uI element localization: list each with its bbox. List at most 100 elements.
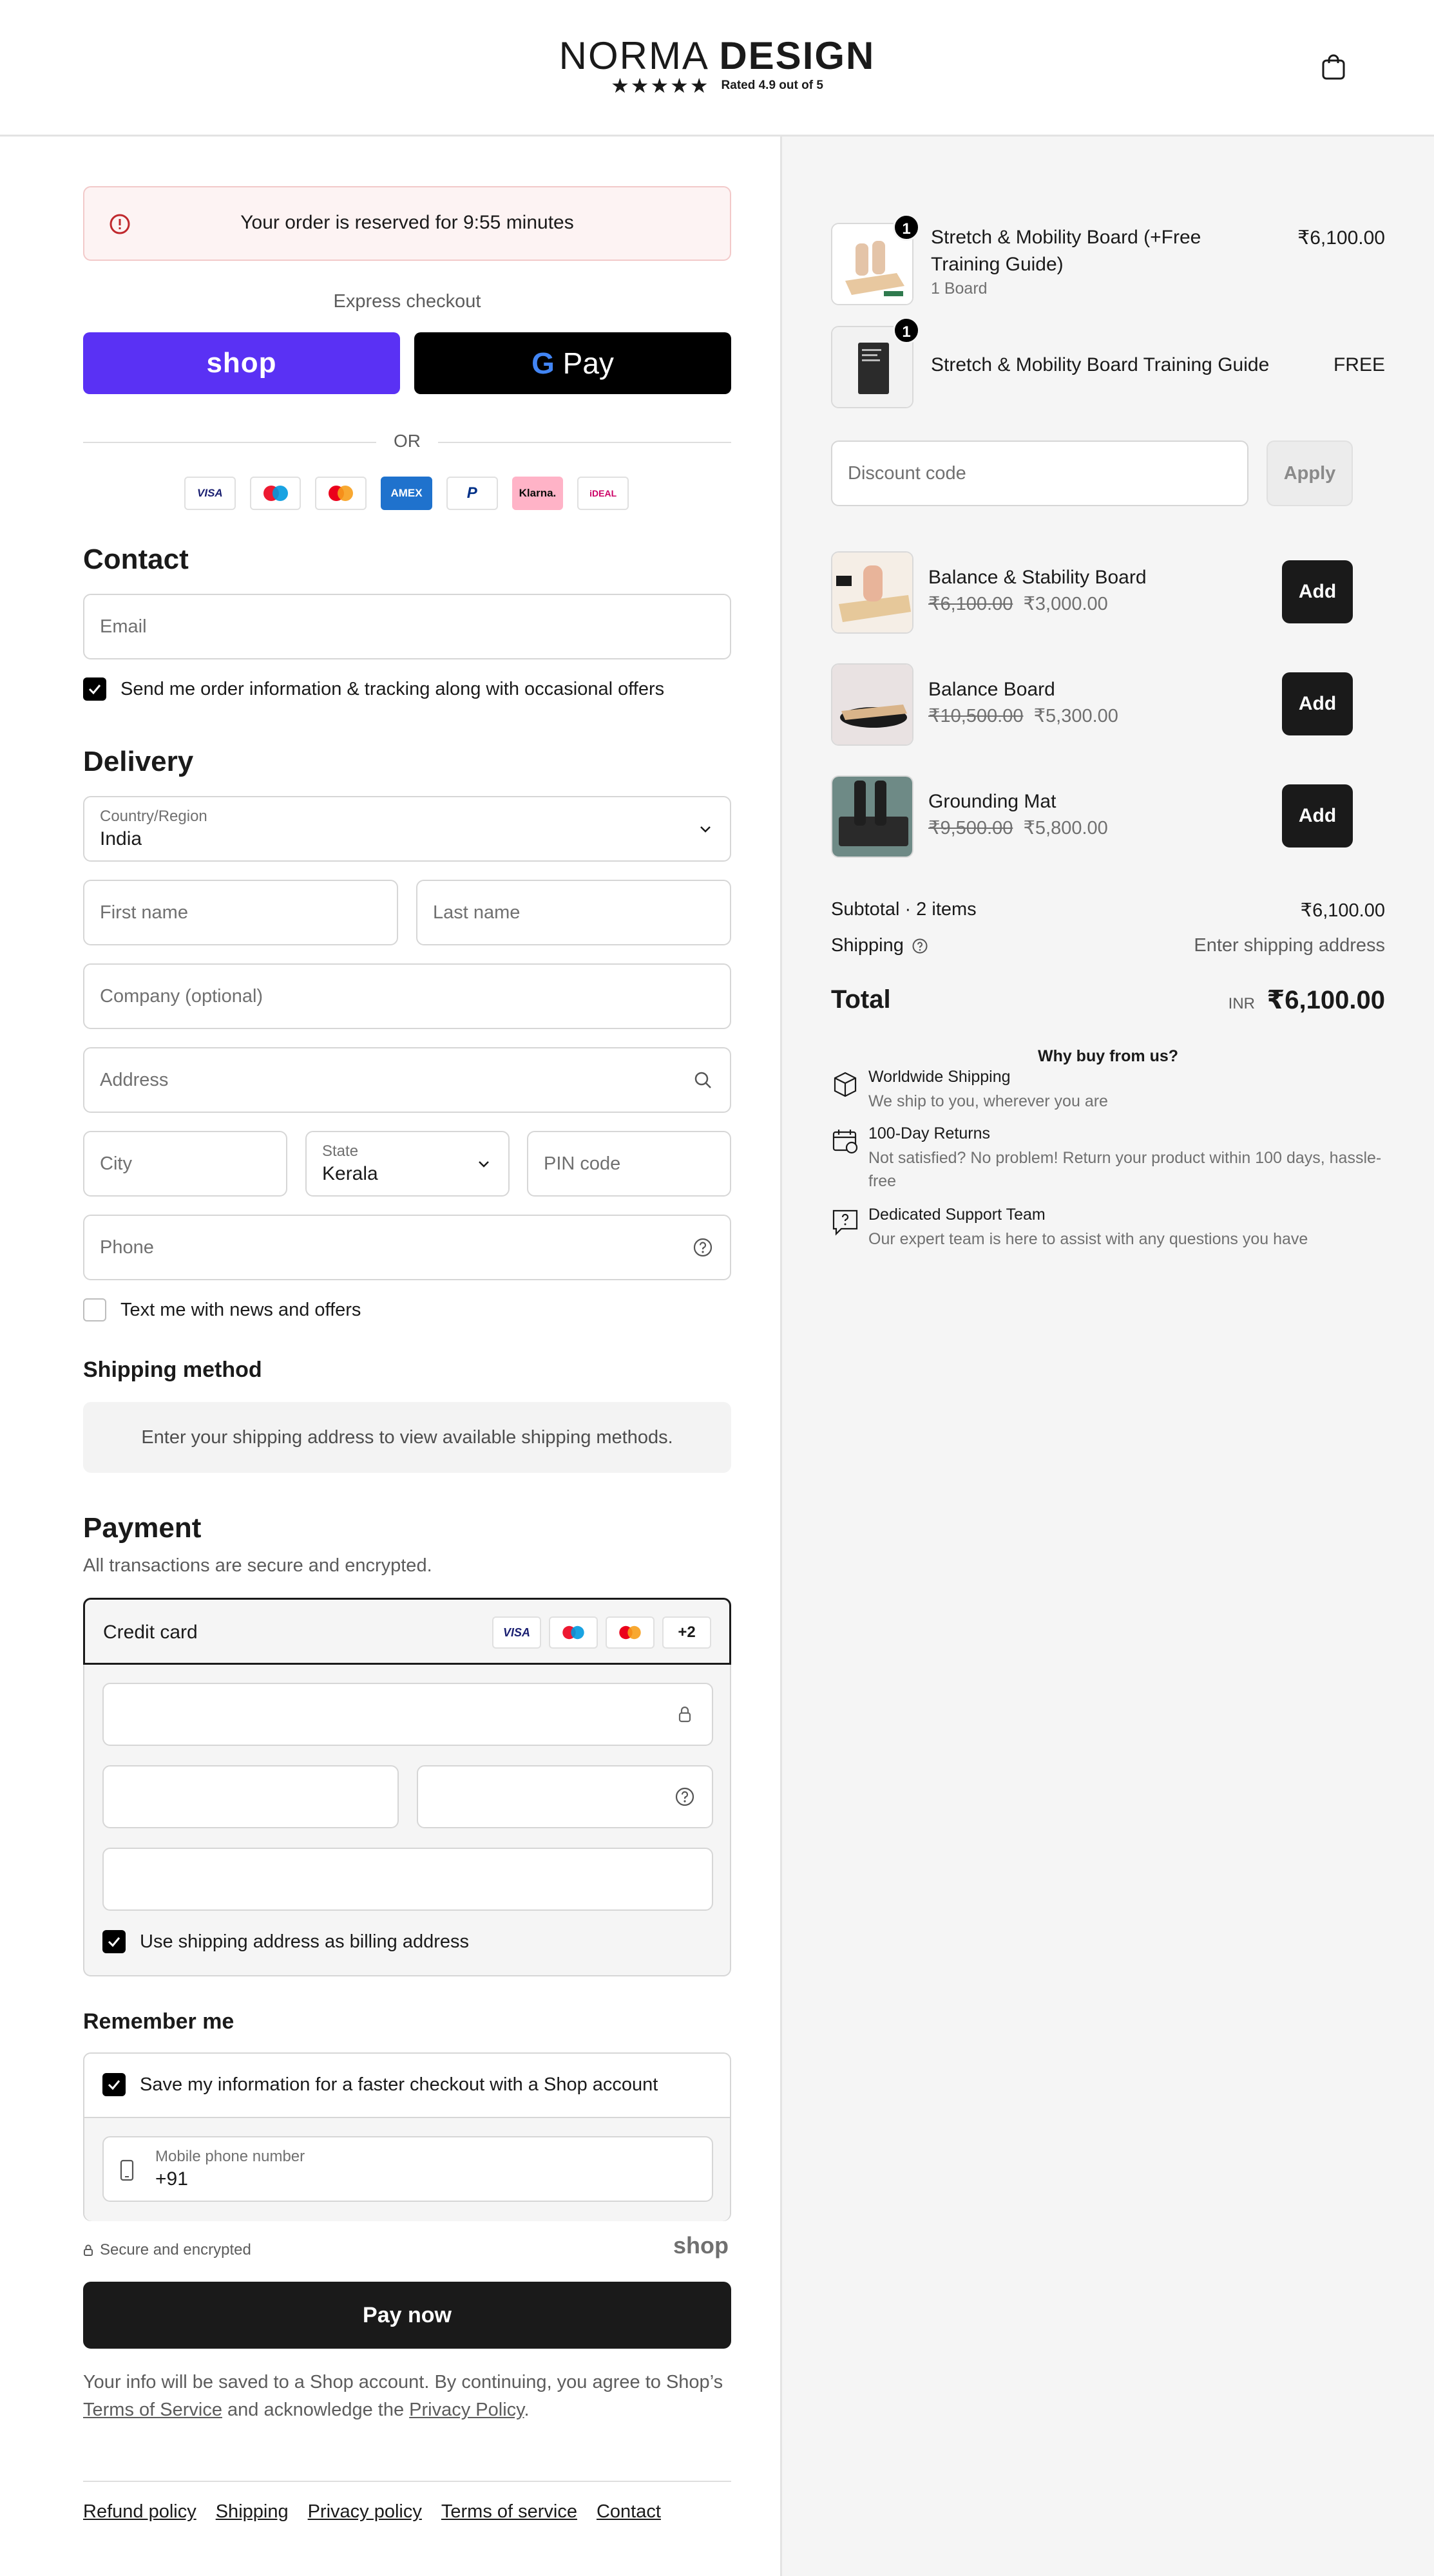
phone-field[interactable]: Phone bbox=[83, 1215, 731, 1280]
visa-icon: VISA bbox=[492, 1616, 541, 1649]
express-checkout-label: Express checkout bbox=[333, 291, 481, 312]
star-rating-icon: ★★★★★ bbox=[611, 74, 710, 97]
upsell-thumbnail bbox=[831, 663, 913, 746]
shipping-method-heading: Shipping method bbox=[83, 1358, 262, 1382]
total-value: ₹6,100.00 bbox=[1267, 986, 1385, 1014]
package-icon bbox=[834, 1072, 857, 1097]
shipping-value: Enter shipping address bbox=[1194, 935, 1385, 956]
privacy-policy-link[interactable]: Privacy Policy bbox=[409, 2400, 524, 2420]
currency-code: INR bbox=[1228, 995, 1255, 1012]
text-offers-row[interactable]: Text me with news and offers bbox=[83, 1298, 361, 1321]
save-info-checkbox[interactable] bbox=[102, 2073, 126, 2096]
more-cards-badge: +2 bbox=[662, 1616, 711, 1649]
site-header: NORMA DESIGN ★★★★★ Rated 4.9 out of 5 bbox=[0, 0, 1434, 137]
terms-of-service-link[interactable]: Terms of Service bbox=[83, 2400, 222, 2420]
lock-icon bbox=[84, 2244, 93, 2256]
legal-text: Your info will be saved to a Shop accoun… bbox=[83, 2369, 731, 2424]
checkmark-icon bbox=[108, 1937, 120, 1947]
city-field[interactable]: City bbox=[83, 1131, 287, 1197]
maestro-icon bbox=[249, 477, 301, 510]
footer-link-refund-policy[interactable]: Refund policy bbox=[83, 2501, 196, 2523]
apply-discount-button[interactable]: Apply bbox=[1267, 440, 1353, 506]
text-offers-checkbox[interactable] bbox=[83, 1298, 106, 1321]
total-label: Total bbox=[831, 985, 891, 1014]
item-title: Stretch & Mobility Board Training Guide bbox=[931, 354, 1270, 375]
city-placeholder: City bbox=[100, 1153, 132, 1174]
company-field[interactable]: Company (optional) bbox=[83, 963, 731, 1029]
footer-link-shipping[interactable]: Shipping bbox=[216, 2501, 289, 2523]
add-upsell-button[interactable]: Add bbox=[1282, 672, 1353, 735]
upsell-title: Grounding Mat bbox=[928, 791, 1056, 812]
save-info-label: Save my information for a faster checkou… bbox=[140, 2074, 658, 2095]
first-name-field[interactable]: First name bbox=[83, 880, 398, 945]
pay-now-button[interactable]: Pay now bbox=[83, 2282, 731, 2349]
help-icon[interactable] bbox=[912, 938, 928, 954]
billing-address-row[interactable]: Use shipping address as billing address bbox=[102, 1930, 469, 1953]
footer-link-contact[interactable]: Contact bbox=[597, 2501, 661, 2523]
credit-card-option[interactable]: Credit card VISA +2 bbox=[83, 1598, 731, 1665]
shopping-bag-icon[interactable] bbox=[1319, 53, 1348, 81]
add-upsell-button[interactable]: Add bbox=[1282, 784, 1353, 848]
help-icon[interactable] bbox=[674, 1786, 695, 1807]
phone-placeholder: Phone bbox=[100, 1236, 154, 1258]
address-field[interactable]: Address bbox=[83, 1047, 731, 1113]
brand-name-thin: NORMA bbox=[559, 34, 707, 77]
payment-logos: VISA AMEX P Klarna. iDEAL bbox=[184, 477, 629, 510]
billing-address-checkbox[interactable] bbox=[102, 1930, 126, 1953]
offers-checkbox-row[interactable]: Send me order information & tracking alo… bbox=[83, 677, 664, 701]
brand-name-bold: DESIGN bbox=[719, 34, 875, 77]
ideal-icon: iDEAL bbox=[577, 477, 629, 510]
item-variant: 1 Board bbox=[931, 279, 988, 298]
contact-heading: Contact bbox=[83, 544, 189, 575]
mobile-phone-icon bbox=[120, 2159, 134, 2181]
company-placeholder: Company (optional) bbox=[100, 985, 263, 1007]
add-upsell-button[interactable]: Add bbox=[1282, 560, 1353, 623]
footer-link-terms-of-service[interactable]: Terms of service bbox=[441, 2501, 577, 2523]
maestro-icon bbox=[549, 1616, 598, 1649]
shipping-label: Shipping bbox=[831, 935, 904, 956]
country-select[interactable]: Country/Region India bbox=[83, 796, 731, 862]
card-number-field[interactable] bbox=[102, 1683, 713, 1746]
gpay-label: Pay bbox=[554, 346, 614, 380]
mobile-phone-field[interactable]: Mobile phone number +91 bbox=[102, 2136, 713, 2202]
balance-stability-board-image bbox=[832, 553, 912, 632]
rating: ★★★★★ Rated 4.9 out of 5 bbox=[0, 73, 1434, 98]
footer-link-privacy-policy[interactable]: Privacy policy bbox=[308, 2501, 422, 2523]
text-offers-label: Text me with news and offers bbox=[120, 1299, 361, 1320]
upsell-thumbnail bbox=[831, 775, 913, 858]
reservation-text: Your order is reserved for 9:55 minutes bbox=[240, 212, 574, 233]
remember-me-heading: Remember me bbox=[83, 2009, 234, 2034]
expiry-field[interactable] bbox=[102, 1765, 399, 1828]
or-label: OR bbox=[394, 431, 421, 451]
secure-text: Secure and encrypted bbox=[100, 2241, 251, 2259]
mobile-phone-value: +91 bbox=[155, 2168, 188, 2190]
shipping-row: Shipping bbox=[831, 935, 928, 956]
last-name-field[interactable]: Last name bbox=[416, 880, 731, 945]
why-item-desc: Our expert team is here to assist with a… bbox=[868, 1230, 1308, 1248]
mastercard-icon bbox=[606, 1616, 655, 1649]
payment-subtitle: All transactions are secure and encrypte… bbox=[83, 1555, 432, 1576]
billing-address-label: Use shipping address as billing address bbox=[140, 1931, 470, 1952]
credit-card-label: Credit card bbox=[103, 1622, 198, 1643]
address-placeholder: Address bbox=[100, 1069, 169, 1090]
state-label: State bbox=[322, 1142, 359, 1160]
shop-pay-button[interactable]: shop bbox=[83, 332, 400, 394]
upsell-price: ₹10,500.00 ₹5,300.00 bbox=[928, 705, 1118, 727]
discount-code-field[interactable]: Discount code bbox=[831, 440, 1248, 506]
state-select[interactable]: State Kerala bbox=[305, 1131, 510, 1197]
save-info-row[interactable]: Save my information for a faster checkou… bbox=[102, 2073, 658, 2096]
brand-logo[interactable]: NORMA DESIGN bbox=[0, 33, 1434, 78]
legal-part2: and acknowledge the bbox=[222, 2400, 410, 2420]
google-pay-button[interactable]: G Pay bbox=[414, 332, 731, 394]
why-buy-heading: Why buy from us? bbox=[1037, 1047, 1179, 1065]
legal-part1: Your info will be saved to a Shop accoun… bbox=[83, 2372, 723, 2392]
name-on-card-field[interactable] bbox=[102, 1848, 713, 1911]
offers-checkbox[interactable] bbox=[83, 677, 106, 701]
pin-code-field[interactable]: PIN code bbox=[527, 1131, 731, 1197]
google-g-icon: G bbox=[531, 346, 555, 380]
help-icon[interactable] bbox=[693, 1237, 713, 1258]
item-quantity-badge: 1 bbox=[893, 317, 920, 344]
security-code-field[interactable] bbox=[417, 1765, 713, 1828]
calendar-return-icon bbox=[832, 1130, 858, 1154]
email-field[interactable]: Email bbox=[83, 594, 731, 659]
